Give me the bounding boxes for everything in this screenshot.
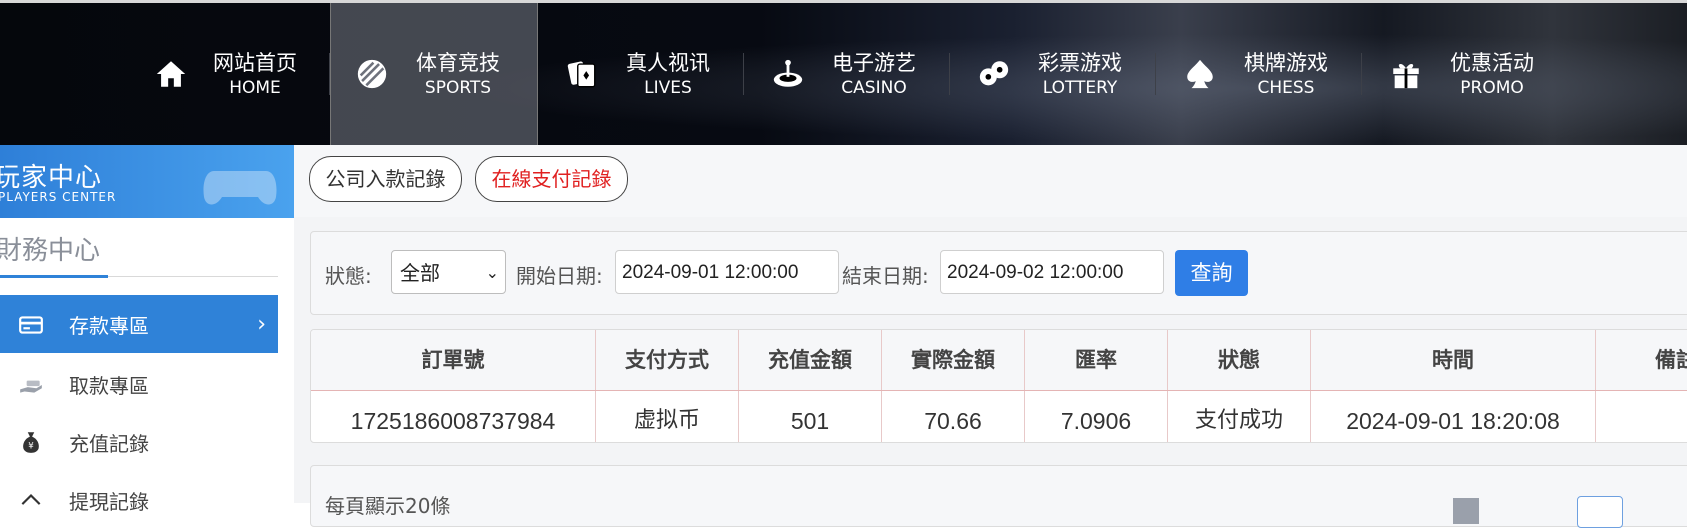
ball-icon — [355, 57, 389, 91]
svg-text:¥: ¥ — [28, 442, 34, 452]
nav-label: 网站首页 HOME — [190, 50, 320, 100]
column-header: 充值金額 — [739, 330, 882, 390]
nav-label: 体育竞技 SPORTS — [393, 50, 523, 100]
nav-label-cn: 体育竞技 — [416, 51, 500, 75]
nav-item-promo[interactable]: 优惠活动 PROMO — [1361, 3, 1567, 145]
sidebar-item-deposit[interactable]: 存款專區 › — [0, 295, 278, 353]
nav-item-lives[interactable]: 真人视讯 LIVES — [537, 3, 743, 145]
nav-item-casino[interactable]: 电子游艺 CASINO — [743, 3, 949, 145]
money-bag-icon: ¥ — [18, 429, 44, 455]
column-header: 支付方式 — [596, 330, 739, 390]
section-title: 財務中心 — [0, 236, 101, 266]
cards-icon — [565, 57, 599, 91]
start-date-input[interactable]: 2024-09-01 12:00:00 — [615, 250, 839, 294]
record-tabs: 公司入款記錄 在線支付記錄 — [294, 145, 1687, 217]
payment-method-cell: 虚拟币 — [596, 391, 739, 442]
sidebar-item-label: 取款專區 — [69, 373, 149, 398]
sidebar-item-recharge-records[interactable]: ¥ 充值記錄 — [0, 413, 278, 471]
query-button[interactable]: 查詢 — [1175, 250, 1248, 296]
divider-accent — [0, 275, 108, 278]
nav-item-sports[interactable]: 体育竞技 SPORTS — [330, 3, 538, 145]
status-cell: 支付成功 — [1168, 391, 1311, 442]
status-select[interactable]: 全部 ⌄ — [391, 250, 506, 294]
end-date-input[interactable]: 2024-09-02 12:00:00 — [940, 250, 1164, 294]
start-date-label: 開始日期: — [516, 264, 603, 288]
banner-subtitle: PLAYERS CENTER — [0, 190, 117, 204]
gamepad-icon — [203, 171, 277, 205]
nav-label: 彩票游戏 LOTTERY — [1015, 50, 1145, 100]
nav-label: 优惠活动 PROMO — [1427, 50, 1557, 100]
nav-label-cn: 优惠活动 — [1450, 51, 1534, 75]
cash-hand-icon — [18, 372, 44, 398]
top-navigation: 网站首页 HOME 体育竞技 SPORTS 真人视讯 LIVES 电子游艺 CA… — [0, 0, 1687, 145]
gift-icon — [1389, 57, 1423, 91]
nav-label-cn: 电子游艺 — [832, 51, 916, 75]
per-page-text: 每頁顯示20條 — [325, 494, 451, 518]
nav-label: 电子游艺 CASINO — [809, 50, 939, 100]
nav-label-en: CHESS — [1257, 78, 1315, 98]
sidebar-item-label: 充值記錄 — [69, 431, 149, 456]
tab-company-deposit[interactable]: 公司入款記錄 — [309, 156, 462, 202]
column-header: 實際金額 — [882, 330, 1025, 390]
chevron-right-icon: › — [257, 311, 266, 337]
main-content: 公司入款記錄 在線支付記錄 狀態: 全部 ⌄ 開始日期: 2024-09-01 … — [294, 145, 1687, 528]
order-number-cell: 1725186008737984 — [311, 391, 596, 442]
nav-label-en: SPORTS — [424, 78, 492, 98]
lottery-balls-icon — [977, 57, 1011, 91]
table-row: 1725186008737984 虚拟币 501 70.66 7.0906 支付… — [311, 391, 1687, 442]
withdraw-icon — [18, 489, 44, 515]
page-jump-input[interactable] — [1577, 496, 1623, 528]
column-header: 匯率 — [1025, 330, 1168, 390]
players-center-banner: 玩家中心 PLAYERS CENTER — [0, 145, 294, 218]
status-label: 狀態: — [325, 264, 372, 288]
chevron-down-icon: ⌄ — [485, 263, 499, 282]
remark-cell — [1596, 391, 1687, 442]
table-header: 訂單號 支付方式 充值金額 實際金額 匯率 狀態 時間 備註 — [311, 330, 1687, 391]
spade-icon — [1183, 57, 1217, 91]
nav-label-en: PROMO — [1460, 78, 1524, 98]
nav-label-en: HOME — [229, 78, 281, 98]
filter-panel: 狀態: 全部 ⌄ 開始日期: 2024-09-01 12:00:00 結束日期:… — [310, 231, 1687, 315]
roulette-icon — [771, 57, 805, 91]
nav-label-cn: 真人视讯 — [626, 51, 710, 75]
status-select-value: 全部 — [400, 261, 440, 285]
nav-label: 真人视讯 LIVES — [603, 50, 733, 100]
exchange-rate-cell: 7.0906 — [1025, 391, 1168, 442]
nav-label-en: CASINO — [841, 78, 907, 98]
nav-item-chess[interactable]: 棋牌游戏 CHESS — [1155, 3, 1361, 145]
tab-online-payment[interactable]: 在線支付記錄 — [475, 156, 628, 202]
actual-amount-cell: 70.66 — [882, 391, 1025, 442]
card-icon — [18, 312, 44, 338]
sidebar-item-label: 提現記錄 — [69, 489, 149, 514]
records-table: 訂單號 支付方式 充值金額 實際金額 匯率 狀態 時間 備註 172518600… — [310, 329, 1687, 443]
sidebar-item-withdraw-records[interactable]: 提現記錄 — [0, 471, 278, 529]
home-icon — [154, 57, 188, 91]
banner-title: 玩家中心 — [0, 163, 103, 193]
time-cell: 2024-09-01 18:20:08 — [1311, 391, 1596, 442]
recharge-amount-cell: 501 — [739, 391, 882, 442]
nav-label-cn: 网站首页 — [213, 51, 297, 75]
column-header: 訂單號 — [311, 330, 596, 390]
nav-label-en: LOTTERY — [1042, 78, 1118, 98]
nav-label-en: LIVES — [644, 78, 692, 98]
column-header: 狀態 — [1168, 330, 1311, 390]
column-header: 時間 — [1311, 330, 1596, 390]
pagination-bar: 每頁顯示20條 — [310, 465, 1687, 528]
sidebar: 玩家中心 PLAYERS CENTER 財務中心 存款專區 › 取款專區 ¥ 充… — [0, 145, 295, 514]
sidebar-item-label: 存款專區 — [69, 313, 149, 338]
end-date-label: 結束日期: — [842, 264, 929, 288]
page-button[interactable] — [1453, 498, 1479, 524]
nav-label-cn: 彩票游戏 — [1038, 51, 1122, 75]
nav-item-lottery[interactable]: 彩票游戏 LOTTERY — [949, 3, 1155, 145]
nav-label-cn: 棋牌游戏 — [1244, 51, 1328, 75]
column-header: 備註 — [1655, 348, 1687, 372]
nav-item-home[interactable]: 网站首页 HOME — [120, 3, 326, 145]
nav-label: 棋牌游戏 CHESS — [1221, 50, 1351, 100]
sidebar-item-withdraw[interactable]: 取款專區 — [0, 355, 278, 413]
